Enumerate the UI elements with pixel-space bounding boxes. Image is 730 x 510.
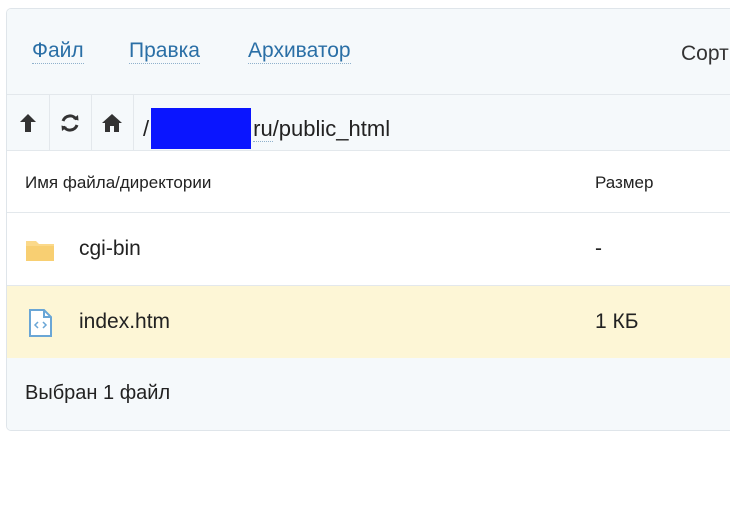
redacted-domain xyxy=(151,108,252,149)
file-size: 1 КБ xyxy=(595,310,639,333)
table-row-selected[interactable]: index.htm 1 КБ xyxy=(7,286,730,359)
column-header-size[interactable]: Размер xyxy=(595,173,653,193)
table-header: Имя файла/директории Размер xyxy=(7,151,730,213)
file-manager-panel: Файл Правка Архиватор Сорт / ru/public_ht… xyxy=(6,8,730,431)
home-button[interactable] xyxy=(91,95,134,150)
status-bar: Выбран 1 файл xyxy=(7,358,730,430)
path-bar: / ru/public_html xyxy=(7,95,730,151)
selection-status: Выбран 1 файл xyxy=(25,382,171,404)
table-row[interactable]: cgi-bin - xyxy=(7,213,730,286)
up-button[interactable] xyxy=(7,95,50,150)
menu-edit[interactable]: Правка xyxy=(129,39,200,64)
file-name: cgi-bin xyxy=(79,237,141,260)
menu-bar: Файл Правка Архиватор Сорт xyxy=(7,9,730,95)
refresh-icon xyxy=(61,113,79,132)
arrow-up-icon xyxy=(20,113,36,132)
menu-sort[interactable]: Сорт xyxy=(681,42,729,66)
path-domain-suffix[interactable]: ru xyxy=(253,116,273,142)
file-name: index.htm xyxy=(79,310,171,333)
refresh-button[interactable] xyxy=(49,95,92,150)
home-icon xyxy=(102,113,122,132)
current-path: / ru/public_html xyxy=(143,108,390,149)
folder-icon xyxy=(26,241,54,261)
menu-archiver[interactable]: Архиватор xyxy=(248,39,351,64)
menu-file[interactable]: Файл xyxy=(32,39,84,64)
column-header-name[interactable]: Имя файла/директории xyxy=(25,173,211,193)
file-size: - xyxy=(595,237,602,260)
path-folder: /public_html xyxy=(272,116,391,141)
html-file-icon xyxy=(29,309,52,337)
path-root[interactable]: / xyxy=(143,116,149,141)
